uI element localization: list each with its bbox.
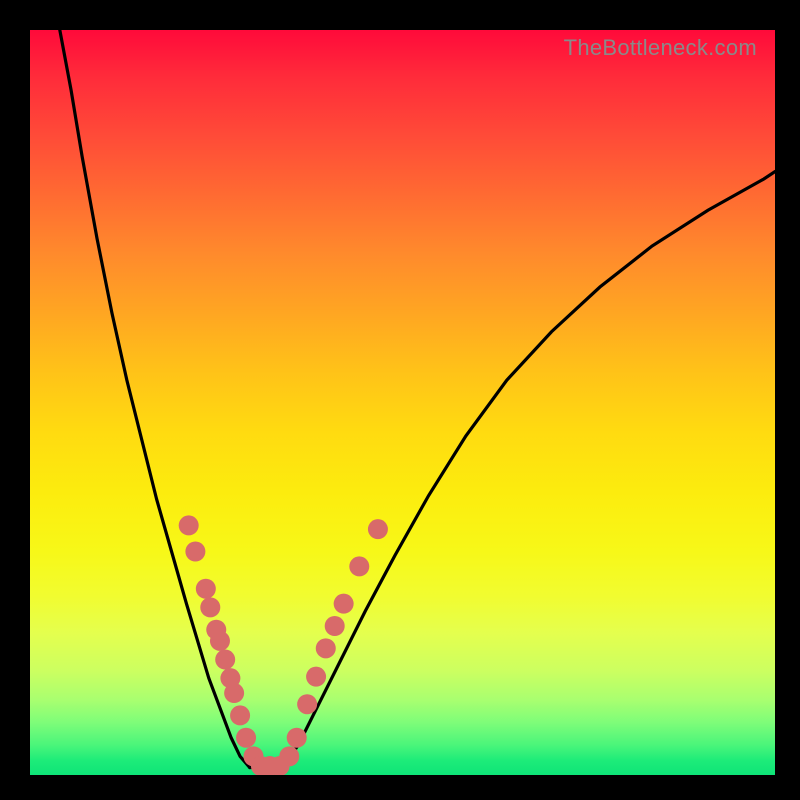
curve-right-branch: [283, 172, 775, 767]
marker-19: [316, 638, 336, 658]
marker-10: [236, 728, 256, 748]
plot-area: TheBottleneck.com: [30, 30, 775, 775]
marker-3: [200, 597, 220, 617]
marker-20: [325, 616, 345, 636]
marker-1: [185, 542, 205, 562]
marker-6: [215, 650, 235, 670]
marker-18: [306, 667, 326, 687]
curve-lines: [60, 30, 775, 768]
marker-23: [368, 519, 388, 539]
marker-0: [179, 515, 199, 535]
marker-2: [196, 579, 216, 599]
marker-9: [230, 705, 250, 725]
marker-17: [297, 694, 317, 714]
data-markers: [179, 515, 388, 775]
watermark-text: TheBottleneck.com: [564, 35, 757, 61]
marker-22: [349, 556, 369, 576]
marker-8: [224, 683, 244, 703]
outer-frame: TheBottleneck.com: [0, 0, 800, 800]
chart-svg: [30, 30, 775, 775]
marker-5: [210, 631, 230, 651]
marker-21: [334, 594, 354, 614]
marker-15: [279, 746, 299, 766]
marker-16: [287, 728, 307, 748]
